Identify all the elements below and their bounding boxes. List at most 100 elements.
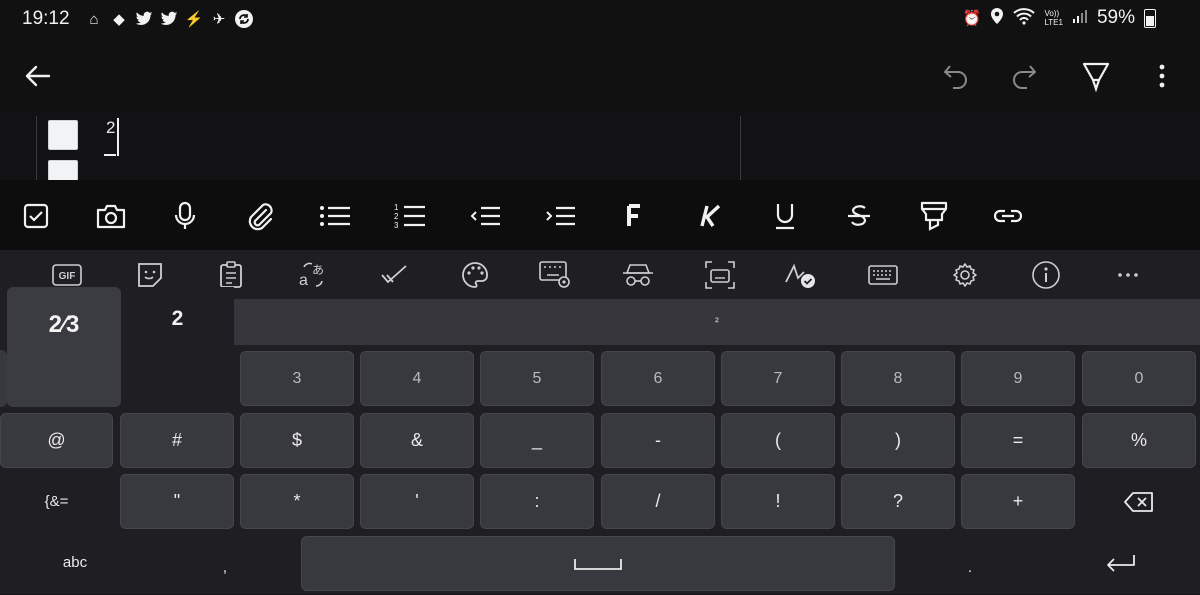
checklist-button[interactable]: [18, 198, 54, 234]
back-arrow-icon: [25, 65, 51, 87]
link-button[interactable]: [990, 198, 1026, 234]
indent-icon: [546, 206, 575, 226]
redo-icon: [1013, 65, 1036, 89]
svg-text:3: 3: [394, 221, 399, 230]
abc-key[interactable]: abc: [0, 535, 150, 590]
space-key[interactable]: [301, 536, 895, 591]
key-plus[interactable]: +: [961, 474, 1075, 529]
keyboard-settings-button[interactable]: [539, 261, 573, 289]
strikethrough-button[interactable]: [841, 198, 877, 234]
key-percent[interactable]: %: [1082, 413, 1196, 468]
key-underscore[interactable]: _: [480, 413, 594, 468]
space-icon: [574, 558, 622, 570]
key-question[interactable]: ?: [841, 474, 955, 529]
clipboard-button[interactable]: [214, 261, 248, 289]
checkbox-item-1[interactable]: [48, 120, 78, 150]
margin-line: [36, 116, 37, 180]
key-5[interactable]: 5: [480, 351, 594, 406]
theme-button[interactable]: [458, 261, 492, 289]
more-vert-icon: [1159, 64, 1165, 88]
key-exclamation[interactable]: !: [721, 474, 835, 529]
keyboard-mode-button[interactable]: [866, 261, 900, 289]
resize-keyboard-icon: [705, 261, 735, 289]
outdent-icon: [470, 206, 500, 226]
key-hyphen[interactable]: -: [601, 413, 715, 468]
more-options-button[interactable]: [1146, 56, 1178, 96]
checkbox-item-2[interactable]: [48, 160, 78, 181]
key-asterisk[interactable]: *: [240, 474, 354, 529]
attach-button[interactable]: [243, 198, 279, 234]
translate-button[interactable]: aあ: [296, 261, 330, 289]
spellcheck-button[interactable]: [377, 261, 411, 289]
network-label: Vo)) LTE1: [1044, 9, 1063, 27]
note-editor[interactable]: 2: [0, 112, 1200, 181]
key-slash[interactable]: /: [601, 474, 715, 529]
info-icon: [1032, 261, 1060, 289]
backspace-key[interactable]: [1082, 474, 1196, 529]
key-3[interactable]: 3: [240, 351, 354, 406]
enter-icon: [1107, 554, 1135, 572]
settings-button[interactable]: [948, 261, 982, 289]
bullet-list-button[interactable]: [317, 198, 353, 234]
italic-button[interactable]: [692, 198, 728, 234]
column-divider: [740, 116, 741, 180]
status-time: 19:12: [22, 8, 70, 29]
key-edge: [0, 350, 7, 407]
symbols-page-key[interactable]: {&=: [0, 474, 113, 529]
key-0[interactable]: 0: [1082, 351, 1196, 406]
paperclip-icon: [248, 203, 273, 231]
voice-button[interactable]: [167, 198, 203, 234]
key-7[interactable]: 7: [721, 351, 835, 406]
bold-button[interactable]: [617, 198, 653, 234]
key-colon[interactable]: :: [480, 474, 594, 529]
key-dollar[interactable]: $: [240, 413, 354, 468]
outdent-button[interactable]: [467, 198, 503, 234]
link-icon: [993, 209, 1023, 223]
pen-mode-button[interactable]: [1076, 56, 1116, 96]
one-handed-button[interactable]: [703, 261, 737, 289]
numbered-list-button[interactable]: 123: [392, 198, 428, 234]
key-equals[interactable]: =: [961, 413, 1075, 468]
key-apostrophe[interactable]: ': [360, 474, 474, 529]
key-period[interactable]: .: [915, 540, 1025, 595]
battery-icon: [1144, 8, 1156, 28]
key-8[interactable]: 8: [841, 351, 955, 406]
key-at[interactable]: @: [0, 413, 113, 468]
spellcheck-icon: [381, 265, 407, 284]
key-comma[interactable]: ,: [170, 540, 280, 595]
keyboard-gear-icon: [539, 261, 570, 288]
plane-icon: ✈: [212, 11, 226, 28]
sticker-button[interactable]: [133, 261, 167, 289]
key-6[interactable]: 6: [601, 351, 715, 406]
indent-button[interactable]: [542, 198, 578, 234]
camera-button[interactable]: [93, 198, 129, 234]
redo-button[interactable]: [1004, 56, 1044, 96]
undo-button[interactable]: [936, 56, 976, 96]
suggestion-superscript[interactable]: ²: [234, 299, 1200, 345]
camera-icon: [96, 204, 126, 229]
enter-key[interactable]: [1066, 536, 1176, 591]
key-ampersand[interactable]: &: [360, 413, 474, 468]
notification-icons: ⌂ ◆ ⚡ ✈: [84, 9, 254, 29]
gif-button[interactable]: GIF: [50, 261, 84, 289]
text-cursor: [117, 118, 119, 156]
sticker-icon: [138, 263, 162, 287]
key-open-paren[interactable]: (: [721, 413, 835, 468]
info-button[interactable]: [1029, 261, 1063, 289]
more-tools-button[interactable]: [1111, 261, 1145, 289]
key-4[interactable]: 4: [360, 351, 474, 406]
keyboard-icon: [868, 265, 898, 285]
twitter-icon: [159, 9, 179, 29]
note-line-text[interactable]: 2: [106, 118, 115, 138]
suggestion-fraction-popup[interactable]: 2⁄3: [7, 287, 121, 407]
key-hash[interactable]: #: [120, 413, 234, 468]
key-close-paren[interactable]: ): [841, 413, 955, 468]
underline-button[interactable]: [767, 198, 803, 234]
key-quote[interactable]: ": [120, 474, 234, 529]
back-button[interactable]: [18, 56, 58, 96]
incognito-button[interactable]: [621, 261, 655, 289]
handwriting-button[interactable]: [784, 261, 818, 289]
highlight-button[interactable]: [916, 198, 952, 234]
key-9[interactable]: 9: [961, 351, 1075, 406]
suggestion-plain-panel[interactable]: 2: [121, 287, 234, 407]
